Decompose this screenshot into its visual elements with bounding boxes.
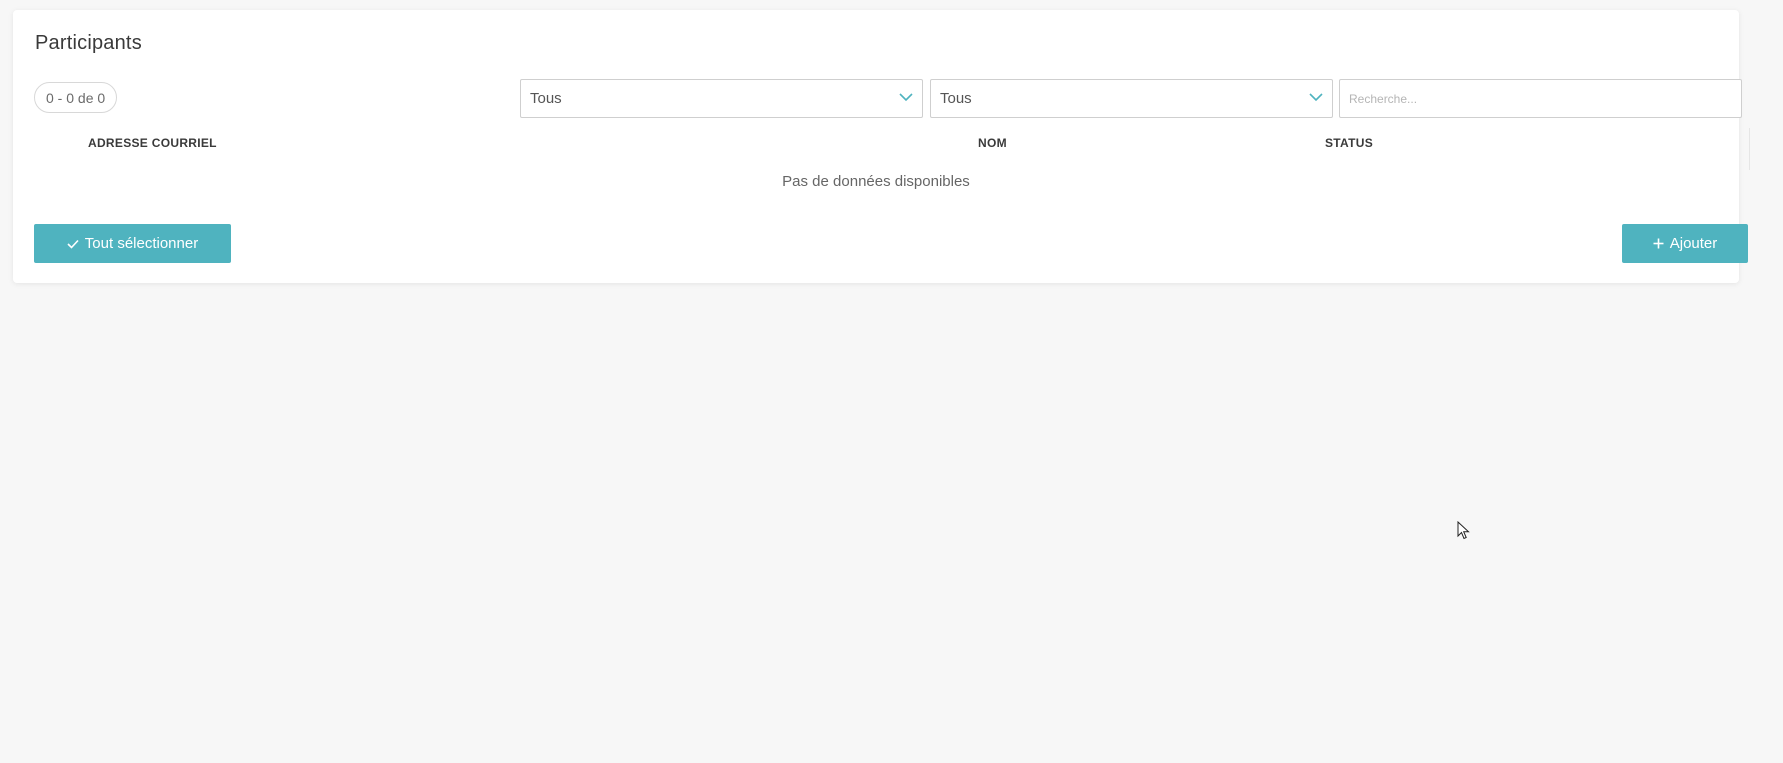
filter-select-2-value: Tous (940, 90, 972, 107)
chevron-down-icon (899, 93, 913, 102)
column-header-status[interactable]: STATUS (1325, 136, 1373, 150)
check-icon (67, 239, 79, 249)
column-header-name[interactable]: NOM (978, 136, 1007, 150)
filter-select-2[interactable]: Tous (930, 79, 1333, 118)
filter-select-1-value: Tous (530, 90, 562, 107)
mouse-pointer-icon (1457, 521, 1470, 540)
filter-select-1[interactable]: Tous (520, 79, 923, 118)
add-button[interactable]: Ajouter (1622, 224, 1748, 263)
plus-icon (1653, 238, 1664, 249)
empty-table-message: Pas de données disponibles (782, 173, 970, 190)
select-all-label: Tout sélectionner (84, 235, 199, 252)
table-header-divider (1749, 128, 1750, 170)
pagination-counter: 0 - 0 de 0 (34, 82, 118, 113)
participants-panel: Participants 0 - 0 de 0 Tous Tous ADRESS… (13, 10, 1750, 283)
search-input[interactable] (1339, 79, 1742, 118)
panel-title: Participants (35, 32, 142, 54)
column-header-email[interactable]: ADRESSE COURRIEL (88, 136, 217, 150)
add-label: Ajouter (1669, 235, 1718, 252)
chevron-down-icon (1309, 93, 1323, 102)
select-all-button[interactable]: Tout sélectionner (34, 224, 231, 263)
